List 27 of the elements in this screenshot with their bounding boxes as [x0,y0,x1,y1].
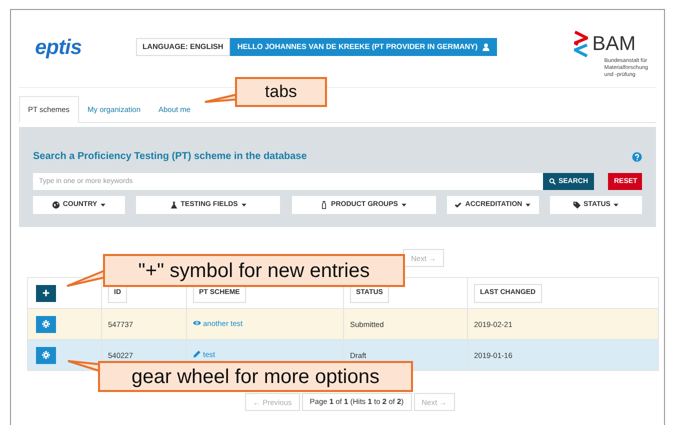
globe-icon [52,201,60,210]
caret-icon [100,202,106,208]
callout: gear wheel for more options [98,361,413,392]
pencil-icon [193,350,201,358]
org-logo-text: BAM [592,33,636,55]
caret-icon [240,202,247,208]
gear-button[interactable] [36,346,56,364]
add-button[interactable] [36,284,56,302]
caret-icon [613,202,620,208]
eye-icon [193,319,201,328]
settings-icon [42,320,50,328]
bottle-icon [320,201,328,210]
caret-icon [525,202,532,208]
caret-icon [400,202,407,208]
plus-icon [42,289,50,298]
callout: tabs [235,77,327,107]
help-icon [632,152,642,162]
gear-button[interactable] [36,316,56,333]
settings-icon [42,351,50,360]
logo[interactable]: eptis [35,32,82,64]
tag-icon [572,201,581,210]
search-title: Search a Proficiency Testing (PT) scheme in the database [33,150,307,164]
check-icon [454,201,462,210]
flask-icon [170,201,178,210]
user-icon [482,43,490,51]
logo-mark-icon [574,30,588,58]
search-icon [549,178,556,186]
